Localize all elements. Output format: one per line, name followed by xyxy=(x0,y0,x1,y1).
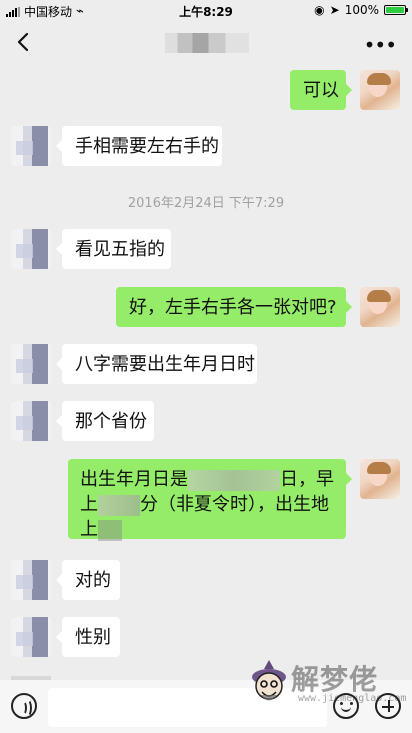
sender-avatar[interactable] xyxy=(360,70,400,110)
sender-avatar[interactable] xyxy=(360,287,400,327)
contact-avatar[interactable] xyxy=(11,560,51,600)
battery-icon xyxy=(384,5,408,15)
orientation-lock-icon: ◉ xyxy=(314,3,325,17)
location-icon: ➤ xyxy=(329,3,340,17)
incoming-message-bubble[interactable]: 手相需要左右手的 xyxy=(56,126,222,166)
birth-detail-line-3: 上 xyxy=(80,517,334,542)
battery-percentage: 100% xyxy=(344,3,379,17)
message-text: 好，左手右手各一张对吧? xyxy=(129,297,337,318)
outgoing-message-bubble[interactable]: 可以 xyxy=(290,70,352,110)
status-bar: 中国移动 ⌁ 上午8:29 ◉ ➤ 100% xyxy=(0,0,412,22)
message-timestamp: 2016年2月24日 下午7:29 xyxy=(127,196,285,211)
message-text: 看见五指的 xyxy=(75,239,165,260)
chat-title-redacted xyxy=(165,33,249,53)
redacted-date xyxy=(188,469,280,491)
chat-header: ••• xyxy=(0,22,412,64)
message-text: 可以 xyxy=(303,80,339,101)
contact-avatar[interactable] xyxy=(11,126,51,166)
incoming-message-bubble[interactable]: 看见五指的 xyxy=(56,229,171,269)
emoji-icon[interactable] xyxy=(333,693,359,719)
plus-circle-icon[interactable] xyxy=(375,693,401,719)
battery-level xyxy=(386,7,404,13)
message-text: 性别 xyxy=(75,627,111,648)
voice-input-icon[interactable] xyxy=(11,693,37,719)
message-text: 那个省份 xyxy=(75,411,147,432)
incoming-message-bubble[interactable]: 对的 xyxy=(56,560,120,600)
message-text: 手相需要左右手的 xyxy=(75,136,219,157)
birth-detail-line-1: 出生年月日是 日，早 xyxy=(80,469,334,491)
outgoing-birth-details-bubble[interactable]: 出生年月日是 日，早 上分（非夏令时），出生地 上 xyxy=(68,459,352,542)
outgoing-message-bubble[interactable]: 好，左手右手各一张对吧? xyxy=(116,287,352,327)
status-right: ◉ ➤ 100% xyxy=(314,3,408,17)
redacted-time xyxy=(98,494,140,516)
contact-avatar[interactable] xyxy=(11,229,51,269)
sender-avatar[interactable] xyxy=(360,459,400,499)
contact-avatar[interactable] xyxy=(11,401,51,441)
message-text: 八字需要出生年月日时 xyxy=(75,354,255,375)
message-input[interactable] xyxy=(48,688,327,727)
contact-avatar[interactable] xyxy=(11,344,51,384)
message-input-bar xyxy=(0,680,412,733)
more-options-icon[interactable]: ••• xyxy=(364,33,397,57)
incoming-message-bubble[interactable]: 那个省份 xyxy=(56,401,154,441)
contact-avatar[interactable] xyxy=(11,617,51,657)
incoming-message-bubble[interactable]: 八字需要出生年月日时 xyxy=(56,344,257,384)
message-text: 对的 xyxy=(75,570,111,591)
redacted-place xyxy=(98,519,122,541)
incoming-message-bubble[interactable]: 性别 xyxy=(56,617,120,657)
birth-detail-line-2: 上分（非夏令时），出生地 xyxy=(80,494,329,516)
back-icon[interactable] xyxy=(12,30,36,54)
